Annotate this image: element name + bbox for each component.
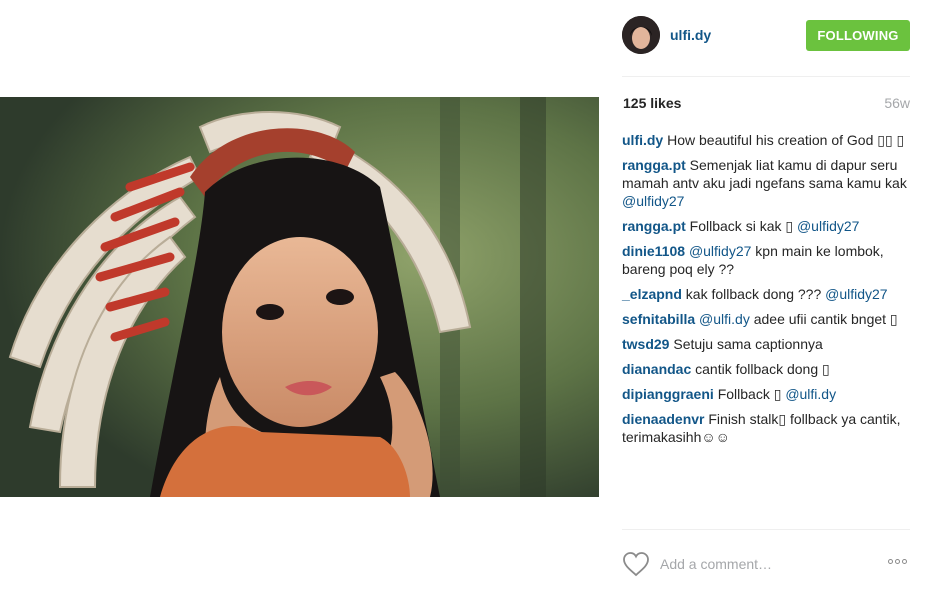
instagram-post-page: ulfi.dy FOLLOWING 125 likes 56w ulfi.dy … xyxy=(0,0,931,594)
header-divider xyxy=(622,76,910,77)
comment-username[interactable]: dinie1108 xyxy=(622,243,685,259)
comment-item: rangga.pt Follback si kak ▯ @ulfidy27 xyxy=(622,217,910,235)
comment-mention[interactable]: @ulfi.dy xyxy=(699,311,750,327)
comment-item: _elzapnd kak follback dong ??? @ulfidy27 xyxy=(622,285,910,303)
comment-text: cantik follback dong ▯ xyxy=(695,361,830,377)
comment-text: How beautiful his creation of God ▯▯ ▯ xyxy=(667,132,905,148)
comment-mention[interactable]: @ulfidy27 xyxy=(622,193,684,209)
heart-outline-icon[interactable] xyxy=(622,551,650,577)
comment-list: ulfi.dy How beautiful his creation of Go… xyxy=(622,131,910,453)
following-button[interactable]: FOLLOWING xyxy=(806,20,910,51)
comment-item: rangga.pt Semenjak liat kamu di dapur se… xyxy=(622,156,910,210)
post-meta: 125 likes 56w xyxy=(622,95,910,113)
comment-item: ulfi.dy How beautiful his creation of Go… xyxy=(622,131,910,149)
post-footer xyxy=(622,549,910,579)
comment-item: dipianggraeni Follback ▯ @ulfi.dy xyxy=(622,385,910,403)
avatar-image xyxy=(622,16,660,54)
comment-username[interactable]: ulfi.dy xyxy=(622,132,663,148)
comment-text: Follback si kak ▯ xyxy=(689,218,797,234)
comment-item: dianandac cantik follback dong ▯ xyxy=(622,360,910,378)
comment-username[interactable]: dienaadenvr xyxy=(622,411,704,427)
more-dot xyxy=(902,559,907,564)
comment-item: twsd29 Setuju sama captionnya xyxy=(622,335,910,353)
footer-divider xyxy=(622,529,910,530)
comment-mention[interactable]: @ulfidy27 xyxy=(825,286,887,302)
add-comment-input[interactable] xyxy=(660,555,860,573)
post-photo[interactable] xyxy=(0,97,599,497)
comment-item: sefnitabilla @ulfi.dy adee ufii cantik b… xyxy=(622,310,910,328)
post-photo-illustration xyxy=(0,97,599,497)
comment-username[interactable]: dipianggraeni xyxy=(622,386,714,402)
avatar[interactable] xyxy=(622,16,660,54)
comment-item: dinie1108 @ulfidy27 kpn main ke lombok, … xyxy=(622,242,910,278)
comment-item: dienaadenvr Finish stalk▯ follback ya ca… xyxy=(622,410,910,446)
comment-mention[interactable]: @ulfidy27 xyxy=(689,243,751,259)
comment-text: adee ufii cantik bnget ▯ xyxy=(749,311,898,327)
comment-username[interactable]: rangga.pt xyxy=(622,157,686,173)
like-count[interactable]: 125 likes xyxy=(623,95,681,111)
post-header: ulfi.dy FOLLOWING xyxy=(622,16,910,56)
more-dot xyxy=(895,559,900,564)
comment-username[interactable]: sefnitabilla xyxy=(622,311,695,327)
more-options-icon[interactable] xyxy=(886,559,910,567)
comment-username[interactable]: _elzapnd xyxy=(622,286,682,302)
comment-username[interactable]: rangga.pt xyxy=(622,218,686,234)
comment-username[interactable]: twsd29 xyxy=(622,336,669,352)
comment-text: Follback ▯ xyxy=(717,386,786,402)
more-dot xyxy=(888,559,893,564)
comment-mention[interactable]: @ulfidy27 xyxy=(797,218,859,234)
post-author-username[interactable]: ulfi.dy xyxy=(670,27,711,43)
comment-text: Setuju sama captionnya xyxy=(673,336,823,352)
comment-mention[interactable]: @ulfi.dy xyxy=(785,386,836,402)
comment-text: kak follback dong ??? xyxy=(685,286,826,302)
post-age[interactable]: 56w xyxy=(884,95,910,111)
comment-username[interactable]: dianandac xyxy=(622,361,691,377)
